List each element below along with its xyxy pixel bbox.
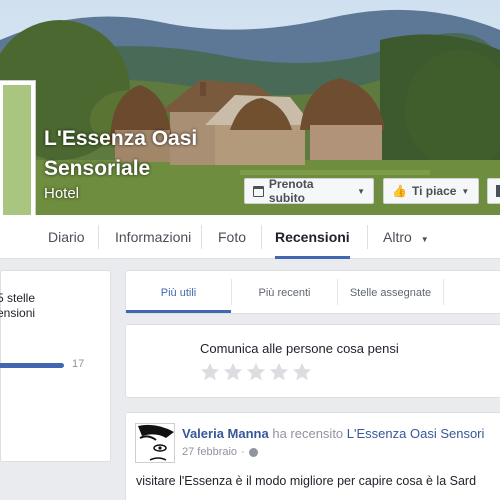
tab-divider [367,225,368,249]
tab-foto[interactable]: Foto [218,215,246,259]
tab-most-recent[interactable]: Più recenti [232,271,337,313]
review-body: visitare l'Essenza è il modo migliore pe… [136,474,477,488]
thumbs-up-icon: 👍 [392,184,407,198]
facebook-page: L'Essenza Oasi Sensoriale Hotel Prenota … [0,0,500,500]
review-sort-tabs: Più utili Più recenti Stelle assegnate [125,270,500,314]
like-label: Ti piace [411,184,457,198]
subtab-divider [443,279,444,305]
avatar-illustration [136,424,174,462]
tab-informazioni[interactable]: Informazioni [115,215,191,259]
page-title: L'Essenza Oasi Sensoriale [44,127,198,180]
star-icon[interactable] [291,361,313,383]
tab-divider [261,225,262,249]
chevron-down-icon: ▼ [357,186,365,196]
avatar[interactable] [135,423,175,463]
tab-divider [98,225,99,249]
caret-down-icon: ▼ [420,235,429,244]
page-category: Hotel [44,185,80,202]
more-actions-button[interactable] [487,178,500,204]
review-action-text: ha recensito [272,426,344,441]
review-date[interactable]: 27 febbraio [182,446,237,458]
tab-star-rating[interactable]: Stelle assegnate [338,271,443,313]
tab-altro[interactable]: Altro ▼ [383,215,429,259]
star-icon[interactable] [245,361,267,383]
rating-stars-text: 5 stelle [0,291,36,305]
rating-bar[interactable] [0,363,64,368]
review-meta: 27 febbraio · [182,446,258,458]
message-icon [496,185,500,197]
page-tabs: Diario Informazioni Foto Recensioni Altr… [0,215,500,259]
rating-reviews-text: ensioni [0,306,36,320]
star-icon[interactable] [222,361,244,383]
tab-recensioni[interactable]: Recensioni [275,215,350,259]
chevron-down-icon: ▼ [461,186,470,196]
star-icon[interactable] [268,361,290,383]
calendar-icon [253,185,264,197]
composer-prompt: Comunica alle persone cosa pensi [200,341,399,356]
like-button[interactable]: 👍 Ti piace ▼ [383,178,479,204]
star-rating-input [199,361,313,383]
tab-diario[interactable]: Diario [48,215,85,259]
tab-most-helpful[interactable]: Più utili [126,271,231,313]
meta-separator: · [241,446,245,458]
review-author-link[interactable]: Valeria Manna [182,426,269,441]
rating-bar-count: 17 [72,358,85,370]
tab-altro-label: Altro [383,229,412,245]
book-now-button[interactable]: Prenota subito ▼ [244,177,374,205]
globe-icon [248,447,258,457]
review-target-link[interactable]: L'Essenza Oasi Sensori [347,426,485,441]
tab-divider [201,225,202,249]
review-header: Valeria Manna ha recensito L'Essenza Oas… [182,426,484,441]
book-now-label: Prenota subito [268,177,314,205]
star-icon[interactable] [199,361,221,383]
